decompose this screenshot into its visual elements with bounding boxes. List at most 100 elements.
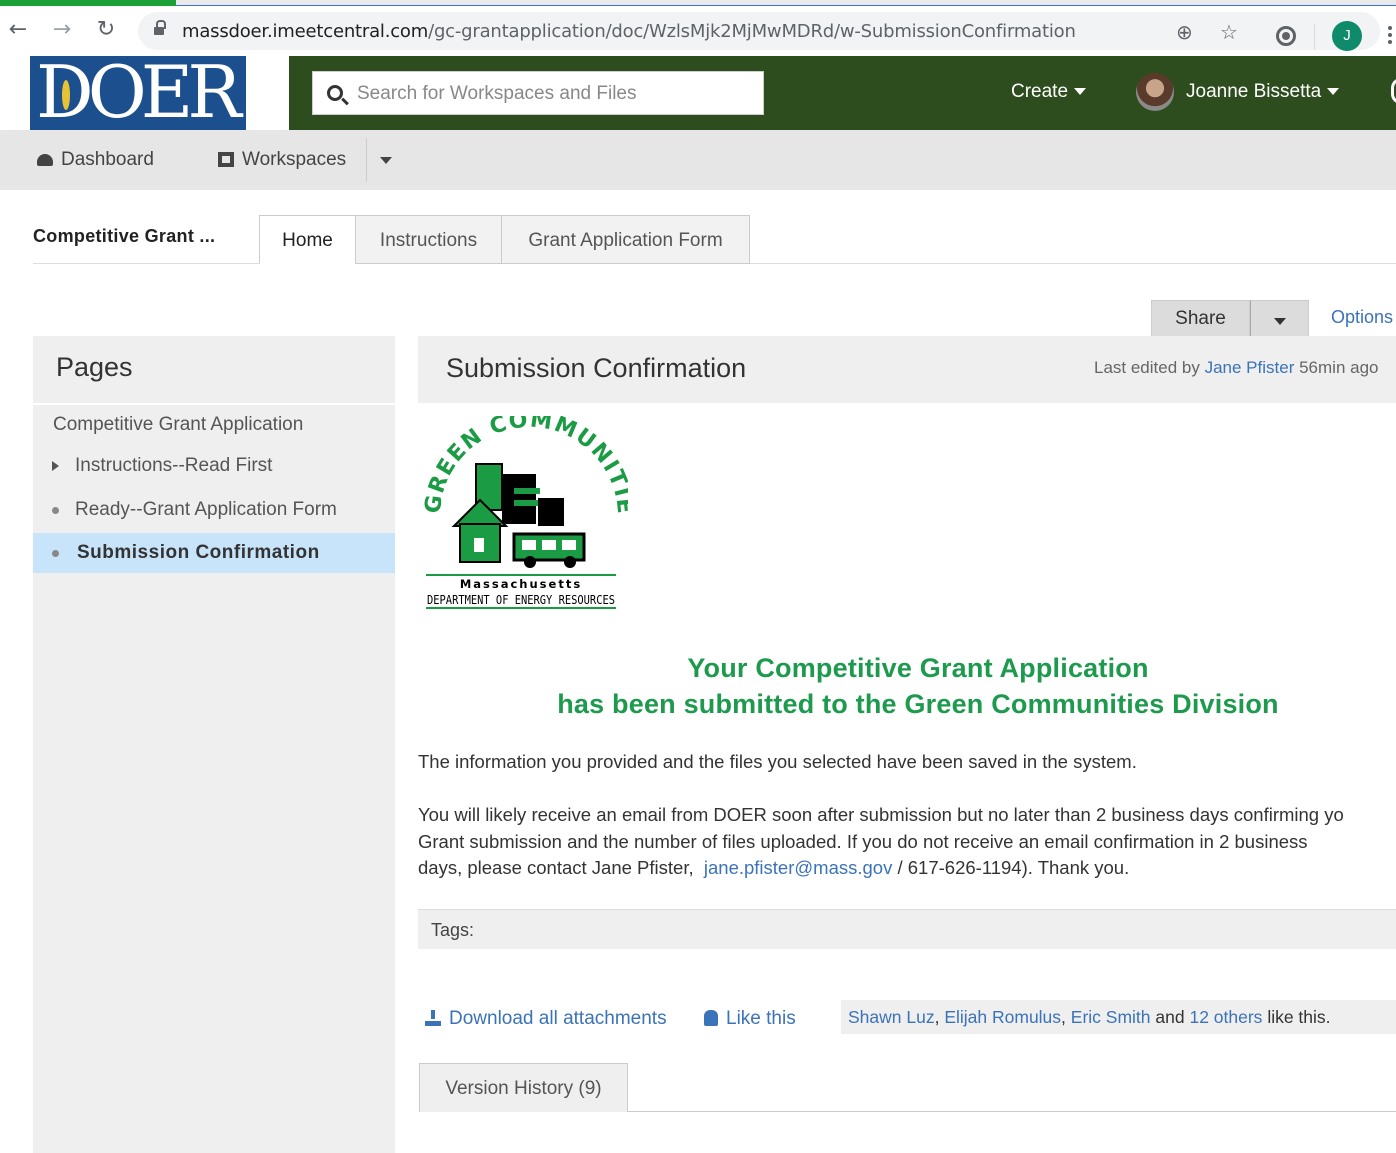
contact-email-link[interactable]: jane.pfister@mass.gov [704,857,892,878]
thumbs-up-icon [704,1010,718,1026]
saved-notice: The information you provided and the fil… [418,751,1137,772]
bullet-icon [52,507,59,514]
liker-link[interactable]: Elijah Romulus [944,1007,1061,1027]
caret-down-icon [1327,88,1340,96]
url-text[interactable]: massdoer.imeetcentral.com/gc-grantapplic… [182,21,1076,42]
create-menu-button[interactable]: Create [1011,81,1087,103]
email-notice-line-1: You will likely receive an email from DO… [418,804,1344,825]
browser-toolbar: ← → ↻ massdoer.imeetcentral.com/gc-grant… [0,6,1396,56]
sidebar-item-competitive-grant-application[interactable]: Competitive Grant Application [33,405,395,445]
bookmark-star-icon[interactable]: ☆ [1220,20,1238,44]
email-notice: You will likely receive an email from DO… [418,802,1344,882]
nav-workspaces-label: Workspaces [242,149,347,170]
likers-others-link[interactable]: 12 others [1189,1007,1262,1027]
profile-avatar[interactable]: J [1332,21,1362,51]
likers-summary: Shawn Luz, Elijah Romulus, Eric Smith an… [841,1000,1396,1034]
doer-emblem-icon [60,78,72,112]
logo-rule [426,607,616,609]
sidebar-title: Pages [56,352,133,382]
url-path: /gc-grantapplication/doc/WzlsMjk2MjMwMDR… [428,21,1076,42]
workspace-name[interactable]: Competitive Grant ... [33,226,215,247]
liker-link[interactable]: Shawn Luz [848,1007,935,1027]
nav-divider [366,138,367,182]
tab-instructions[interactable]: Instructions [355,215,502,264]
browser-menu-icon[interactable] [1384,24,1396,48]
lock-icon [154,20,166,36]
page-header: Submission Confirmation Last edited by J… [418,336,1396,403]
sidebar-item-label: Ready--Grant Application Form [75,499,337,520]
tabs-baseline [750,263,1396,264]
logo-bus-window [522,540,536,550]
tab-home[interactable]: Home [259,215,356,264]
tags-bar[interactable]: Tags: [418,909,1396,949]
workspaces-dropdown-icon[interactable] [380,157,392,164]
workspaces-icon [218,152,234,167]
last-edited-user-link[interactable]: Jane Pfister [1205,358,1295,377]
liker-link[interactable]: Eric Smith [1071,1007,1151,1027]
last-edited-time: 56min ago [1299,358,1379,377]
secondary-nav: Dashboard Workspaces [0,130,1396,190]
pages-sidebar: Pages Competitive Grant Application Inst… [33,336,395,1153]
logo-block [538,498,564,526]
caret-down-icon [1074,88,1087,96]
logo-bus-window [542,540,556,550]
logo-rule [426,574,616,576]
dashboard-icon [37,154,53,166]
create-label: Create [1011,81,1069,102]
search-input[interactable] [357,82,757,106]
tags-label: Tags: [431,920,475,940]
reload-icon[interactable]: ↻ [94,18,118,42]
zoom-icon[interactable]: ⊕ [1176,20,1193,44]
share-button[interactable]: Share [1151,300,1250,337]
last-edited-info: Last edited by Jane Pfister 56min ago [1094,358,1378,378]
like-label: Like this [726,1008,796,1029]
bullet-icon [52,550,59,557]
headline-line-2: has been submitted to the Green Communit… [557,689,1279,719]
forward-icon[interactable]: → [50,18,74,42]
logo-department-text: DEPARTMENT OF ENERGY RESOURCES [427,592,615,607]
version-history-baseline [628,1111,1396,1112]
expand-triangle-icon[interactable] [52,461,59,471]
logo-massachusetts-text: Massachusetts [460,577,582,591]
confirmation-headline: Your Competitive Grant Application has b… [418,650,1396,722]
logo-bus-wheel [524,556,536,568]
help-icon[interactable] [1391,78,1396,104]
workspace-underline [33,263,259,264]
sidebar-item-label: Competitive Grant Application [53,414,304,435]
version-history-tab[interactable]: Version History (9) [419,1063,628,1112]
address-bar[interactable]: massdoer.imeetcentral.com/gc-grantapplic… [138,12,1380,50]
tab-grant-application-form[interactable]: Grant Application Form [501,215,750,264]
likers-and: and [1155,1007,1185,1027]
like-this-link[interactable]: Like this [704,1008,796,1030]
email-notice-line-2: Grant submission and the number of files… [418,830,1308,852]
nav-dashboard[interactable]: Dashboard [37,149,154,171]
sidebar-item-ready-grant-application-form[interactable]: Ready--Grant Application Form [33,490,395,530]
back-icon[interactable]: ← [6,18,30,42]
sidebar-item-label: Instructions--Read First [75,455,273,476]
logo-house-door [474,538,484,552]
last-edited-prefix: Last edited by [1094,358,1200,377]
url-host: massdoer.imeetcentral.com [182,21,429,42]
extension-icon[interactable] [1276,26,1296,46]
search-box[interactable] [312,71,764,115]
sidebar-item-submission-confirmation[interactable]: Submission Confirmation [33,533,395,573]
nav-workspaces[interactable]: Workspaces [218,149,346,171]
nav-dashboard-label: Dashboard [61,149,154,170]
contact-prefix: days, please contact Jane Pfister, [418,857,694,878]
app-header: Create Joanne Bissetta [289,56,1396,130]
likers-suffix: like this. [1267,1007,1331,1027]
options-link[interactable]: Options [1331,307,1393,328]
search-icon[interactable] [327,85,343,101]
doer-logo[interactable]: DOER [30,56,246,130]
toolbar-divider [1314,24,1315,50]
download-label: Download all attachments [449,1008,667,1029]
logo-tower-stripe [514,488,540,494]
email-notice-line-3: days, please contact Jane Pfister, jane.… [418,855,1344,882]
page-title: Submission Confirmation [446,353,747,383]
contact-suffix: / 617-626-1194). Thank you. [897,857,1130,878]
sidebar-item-instructions[interactable]: Instructions--Read First [33,446,395,486]
download-attachments-link[interactable]: Download all attachments [425,1008,667,1030]
share-dropdown-button[interactable] [1250,300,1309,337]
user-avatar[interactable] [1136,73,1174,111]
user-menu-button[interactable]: Joanne Bissetta [1186,81,1340,103]
